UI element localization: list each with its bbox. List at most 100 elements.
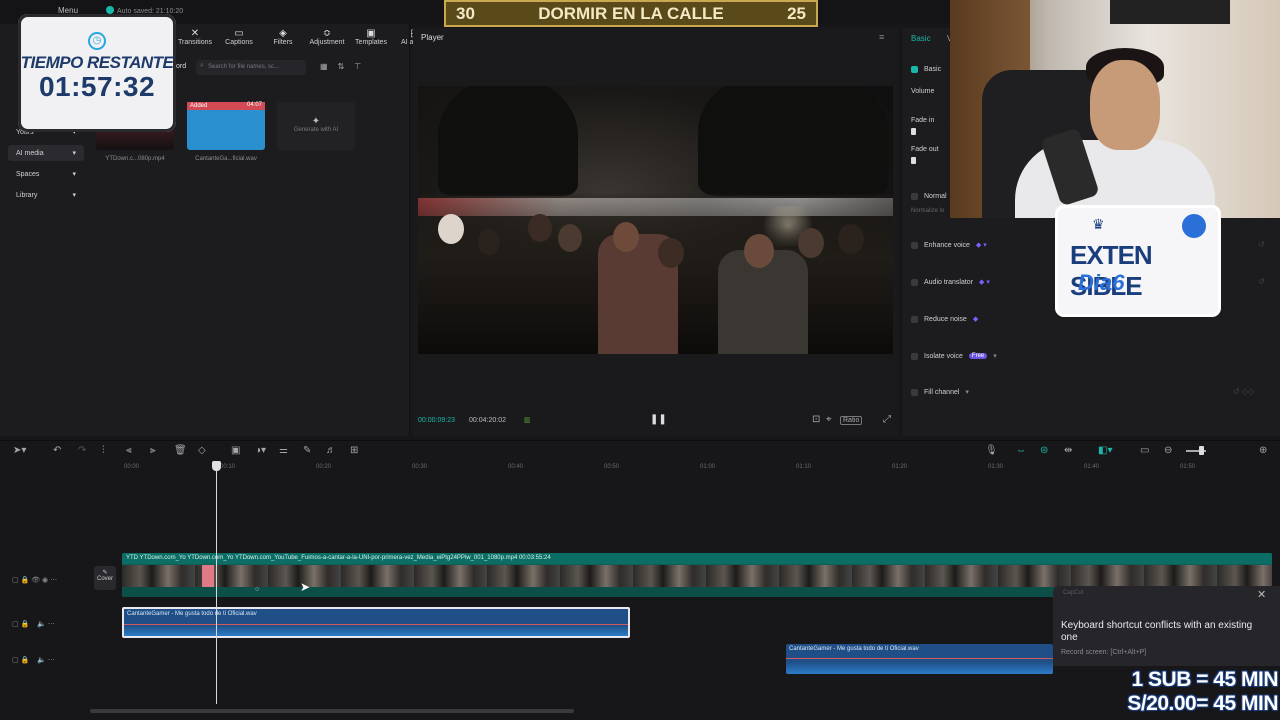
extensible-logo: ♛ EXTEN SIBLE Dia6	[1058, 208, 1218, 314]
zoom-out-icon[interactable]: ⊖	[1164, 445, 1172, 456]
playhead[interactable]	[216, 462, 217, 704]
preview-axis-icon[interactable]: ⇹	[1064, 445, 1072, 456]
link-icon[interactable]: ⇔	[1016, 445, 1026, 456]
timeline-ruler[interactable]: 00:00 00:10 00:20 00:30 00:40 00:50 01:0…	[122, 462, 1280, 472]
adjust-icon[interactable]: ⚌	[279, 445, 288, 456]
freeze-icon[interactable]: ▣	[231, 445, 240, 456]
volume-row: Volume	[911, 88, 934, 95]
track-audio-2-controls[interactable]: ▢ 🔒 🔈 ⋯	[12, 656, 55, 664]
tick-label: 01:40	[1084, 464, 1100, 470]
head	[744, 234, 774, 268]
tick-label: 00:40	[508, 464, 524, 470]
head	[558, 224, 582, 252]
waveform-icon: ▥	[524, 417, 531, 424]
isolate-voice-row[interactable]: Isolate voice Free ▾	[911, 352, 997, 360]
audio-clip-selected[interactable]: CantanteGamer - Me gusta todo de ti Ofic…	[122, 607, 630, 638]
zoom-slider-handle[interactable]	[1199, 446, 1204, 455]
playhead-handle[interactable]	[212, 461, 221, 471]
tab-basic[interactable]: Basic	[911, 34, 931, 43]
captions-icon: ▭	[234, 28, 244, 39]
track-audio-1-controls[interactable]: ▢ 🔒 🔈 ⋯	[12, 620, 55, 628]
generate-with-ai-button[interactable]: ✦ Generate with AI	[277, 102, 355, 150]
zoom-icon[interactable]: ⌖	[826, 414, 832, 425]
fullscreen-preview-icon[interactable]: ⊡	[812, 414, 820, 425]
reset-icon[interactable]: ↺	[1258, 277, 1265, 286]
menu-icon[interactable]: ≡	[879, 32, 884, 42]
split-icon[interactable]: ⫶	[102, 445, 105, 456]
sidebar-item-spaces[interactable]: Spaces ▾	[8, 166, 84, 182]
tab-transitions[interactable]: ✕ Transitions	[176, 28, 214, 46]
checkbox[interactable]	[911, 193, 918, 200]
audio-clip[interactable]: CantanteGamer - Me gusta todo de ti Ofic…	[786, 644, 1053, 674]
fade-in-slider[interactable]	[911, 128, 916, 135]
tab-filters[interactable]: ◈ Filters	[264, 28, 302, 46]
sidebar-item-library[interactable]: Library ▾	[8, 187, 84, 203]
keyframe-dot-icon: ○	[255, 586, 260, 593]
ratio-button[interactable]: Ratio	[840, 416, 863, 425]
head	[798, 228, 824, 258]
donation-line-2: S/20.00= 45 MIN	[1127, 692, 1278, 715]
tab-templates[interactable]: ▣ Templates	[352, 28, 390, 46]
record-label[interactable]: ord	[176, 63, 186, 70]
redo-icon[interactable]: ↷	[78, 445, 86, 456]
cover-button[interactable]: ✎ Cover	[94, 566, 116, 590]
sidebar-item-ai-media[interactable]: AI media ▾	[8, 145, 84, 161]
audio-icon[interactable]: ♬	[326, 445, 336, 456]
delete-icon[interactable]: 🗑	[174, 445, 187, 456]
timer-label: TIEMPO RESTANTE	[20, 53, 174, 72]
caption-icon[interactable]: ▭	[1140, 445, 1149, 456]
pause-button[interactable]: ❚❚	[650, 414, 667, 425]
split-left-icon[interactable]: ⫷	[126, 445, 132, 456]
filter-icon[interactable]: ⊤	[354, 62, 371, 71]
grid-view-icon[interactable]: ▦	[320, 62, 338, 71]
split-right-icon[interactable]: ⫸	[150, 445, 156, 456]
fade-out-slider[interactable]	[911, 157, 916, 164]
undo-icon[interactable]: ↶	[53, 445, 61, 456]
checkbox[interactable]	[911, 388, 918, 396]
timeline-scrollbar[interactable]	[90, 709, 574, 713]
cover-label: Cover	[96, 576, 113, 582]
select-tool-icon[interactable]: ➤▾	[13, 445, 26, 456]
search-input[interactable]: Search for file names, sc...	[196, 60, 306, 75]
crop-icon[interactable]: ⊞	[350, 445, 358, 456]
tab-adjustment[interactable]: ≎ Adjustment	[308, 28, 346, 46]
pin-icon	[1182, 214, 1206, 238]
tab-captions[interactable]: ▭ Captions	[220, 28, 258, 46]
checkbox[interactable]	[911, 241, 918, 249]
mouse-cursor-icon: ➤	[300, 580, 311, 594]
audio-translator-row[interactable]: Audio translator ◆ ▾	[911, 278, 990, 286]
zoom-in-icon[interactable]: ⊕	[1259, 445, 1267, 456]
fill-label: Fill channel	[924, 388, 960, 396]
countdown-overlay: ◷ TIEMPO RESTANTE 01:57:32	[18, 14, 176, 132]
track-video-controls[interactable]: ▢ 🔒 👁 ◉ ⋯	[12, 576, 57, 584]
close-icon[interactable]: ✕	[1257, 588, 1266, 601]
checkbox[interactable]	[911, 278, 918, 286]
normalize-row[interactable]: Normal	[911, 193, 947, 200]
sort-icon[interactable]: ⇅	[338, 62, 355, 71]
view-controls[interactable]: ▦⇅⊤	[320, 62, 371, 71]
player-panel: Player ≡ 00:00:09:23 00:04:20:02 ▥ ❚❚ ⊡ …	[413, 28, 899, 436]
video-preview[interactable]	[418, 86, 893, 354]
basic-label: Basic	[924, 66, 942, 73]
magnet-icon[interactable]: ⊜	[1040, 445, 1048, 456]
mask-icon[interactable]: ◑▾	[255, 445, 266, 456]
fill-channel-row[interactable]: Fill channel ▾	[911, 388, 969, 396]
media-item-audio[interactable]: Added 04:07	[187, 102, 265, 150]
enhance-voice-row[interactable]: Enhance voice ◆ ▾	[911, 241, 987, 249]
keyframe-icon[interactable]: ↺ ◇◇	[1233, 387, 1254, 396]
timeline-toolbar: ➤▾ ↶ ↷ ⫶ ⫷ ⫸ 🗑 ◇ ▣ ◑▾ ⚌ ✎ ♬ ⊞ 🎙 ⇔ ⊜ ⇹ ◧▾…	[0, 440, 1280, 460]
snap-icon[interactable]: ◧▾	[1098, 445, 1112, 456]
checkbox[interactable]	[911, 66, 918, 73]
fade-out-label: Fade out	[911, 146, 939, 153]
checkbox[interactable]	[911, 352, 918, 360]
basic-toggle[interactable]: Basic	[911, 66, 941, 73]
tick-label: 01:10	[796, 464, 812, 470]
checkbox[interactable]	[911, 315, 918, 323]
reset-icon[interactable]: ↺	[1258, 240, 1265, 249]
reduce-noise-row[interactable]: Reduce noise ◆	[911, 315, 978, 323]
microphone-icon[interactable]: 🎙	[985, 445, 998, 456]
magic-icon[interactable]: ✎	[303, 445, 311, 456]
expand-icon[interactable]: ⤢	[883, 414, 891, 425]
marker-icon[interactable]: ◇	[198, 445, 206, 456]
autosave-icon	[106, 6, 114, 14]
